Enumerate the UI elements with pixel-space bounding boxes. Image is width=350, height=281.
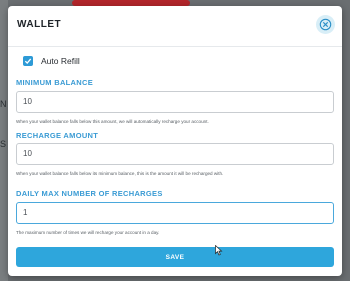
background-text-fragment: S [0, 139, 7, 149]
auto-refill-label: Auto Refill [41, 56, 80, 66]
modal-header: WALLET [8, 6, 342, 47]
daily-max-label: DAILY MAX NUMBER OF RECHARGES [16, 189, 163, 198]
close-icon [319, 18, 332, 31]
close-button[interactable] [316, 15, 335, 34]
save-button[interactable]: SAVE [16, 247, 334, 267]
auto-refill-checkbox[interactable] [23, 56, 33, 66]
background-text-fragment: N [0, 99, 7, 109]
daily-max-help: The maximum number of times we will rech… [16, 230, 160, 235]
modal-title: WALLET [17, 19, 62, 30]
wallet-modal: WALLET Auto Refill MINIMUM BALANCE 10 Wh… [8, 6, 342, 276]
daily-max-input[interactable]: 1 [16, 202, 334, 224]
recharge-amount-label: RECHARGE AMOUNT [16, 131, 99, 140]
recharge-amount-input[interactable]: 10 [16, 143, 334, 165]
minimum-balance-input[interactable]: 10 [16, 91, 334, 113]
minimum-balance-help: When your wallet balance falls below thi… [16, 119, 209, 124]
minimum-balance-label: MINIMUM BALANCE [16, 78, 93, 87]
check-icon [24, 52, 32, 70]
auto-refill-row: Auto Refill [23, 56, 80, 66]
mouse-cursor-icon [215, 243, 223, 261]
recharge-amount-help: When your wallet balance falls below its… [16, 171, 224, 176]
